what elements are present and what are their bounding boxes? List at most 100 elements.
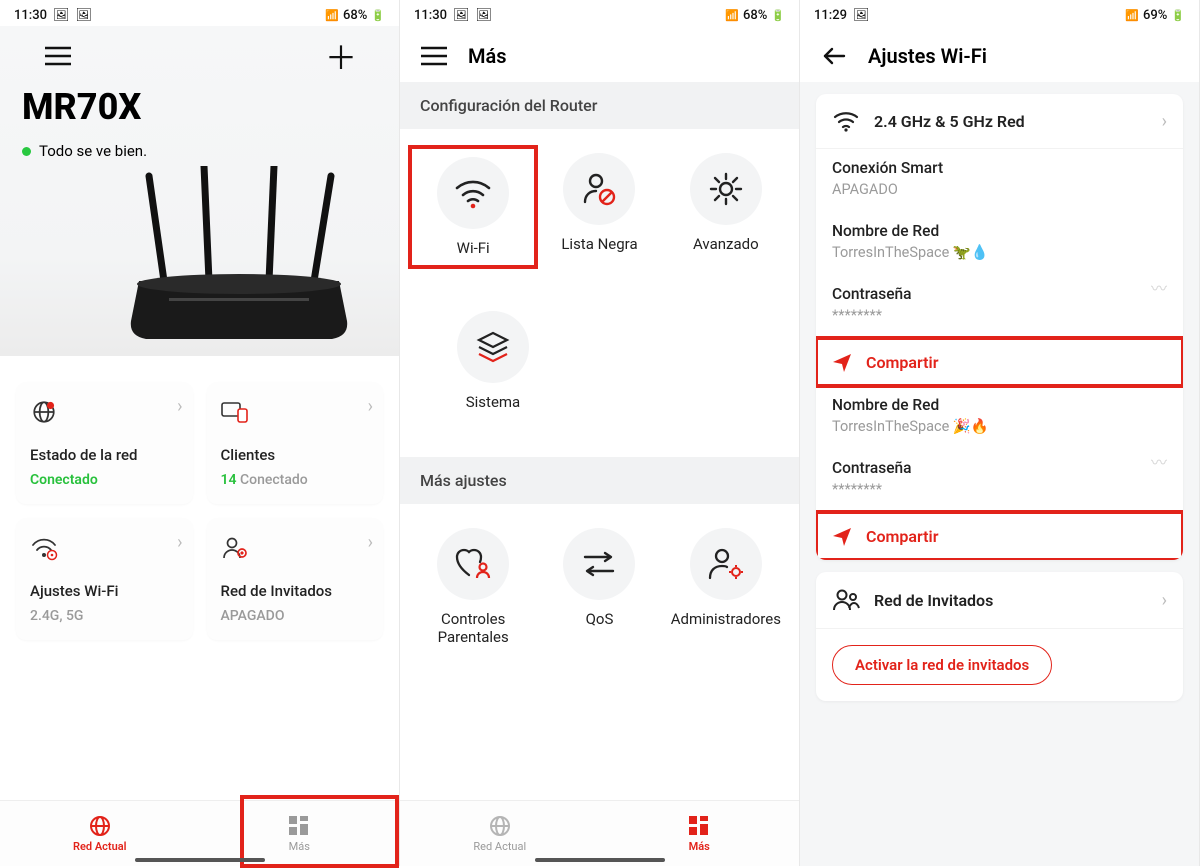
signal-icon: 📶 [1125,9,1139,22]
activate-guest-button[interactable]: Activar la red de invitados [832,645,1052,685]
tile-blocklist[interactable]: Lista Negra [536,147,662,267]
signal-icon: 📶 [325,9,339,22]
card-clients[interactable]: › Clientes 14 Conectado [207,382,384,504]
gear-icon [690,153,762,225]
field-smart-connect[interactable]: Conexión Smart APAGADO [816,149,1183,212]
status-battery: 68% [743,8,767,23]
share-button-2[interactable]: Compartir [816,512,1183,560]
battery-icon: 🔋 [371,9,385,22]
gesture-bar [535,858,665,862]
tile-wifi[interactable]: Wi-Fi [410,147,536,267]
guest-user-icon [221,534,249,562]
page-title: Ajustes Wi-Fi [868,44,987,68]
eye-closed-icon[interactable]: 〰 [1151,275,1167,299]
globe-icon [30,398,58,426]
status-time: 11:30 [414,8,447,23]
share-label: Compartir [866,353,938,372]
status-bar: 11:30 🖼 🖼 📶 68% 🔋 [400,0,799,26]
field-label: Contraseña [832,285,1167,303]
nav-more[interactable]: Más [600,801,800,866]
menu-icon[interactable] [42,40,74,72]
share-button-1[interactable]: Compartir [816,338,1183,386]
field-password-1[interactable]: 〰 Contraseña ******** [816,275,1183,338]
nav-current-network[interactable]: Red Actual [400,801,600,866]
page-title: Más [468,44,507,68]
image-icon: 🖼 [76,8,93,23]
image-icon: 🖼 [453,8,470,23]
field-ssid-1[interactable]: Nombre de Red TorresInTheSpace 🦖💧 [816,212,1183,275]
row-label: 2.4 GHz & 5 GHz Red [874,112,1025,131]
tile-administrators[interactable]: Administradores [663,522,789,652]
tile-advanced[interactable]: Avanzado [663,147,789,267]
status-battery: 68% [343,8,367,23]
wifi-icon [437,157,509,229]
band-row[interactable]: 2.4 GHz & 5 GHz Red › [816,94,1183,149]
globe-icon [488,814,512,838]
screen-more: 11:30 🖼 🖼 📶 68% 🔋 Más Configuración del … [400,0,800,866]
button-label: Activar la red de invitados [855,656,1029,674]
layers-icon [457,311,529,383]
card-guest-network[interactable]: › Red de Invitados APAGADO [207,518,384,640]
field-label: Contraseña [832,459,1167,477]
tile-system[interactable]: Sistema [428,305,558,417]
section-router-config: Configuración del Router [400,82,799,129]
nav-label: Más [289,840,310,853]
tile-label: Sistema [466,393,520,411]
card-label: Estado de la red [30,446,179,464]
bottom-nav: Red Actual Más [0,800,399,866]
eye-closed-icon[interactable]: 〰 [1151,449,1167,473]
card-label: Ajustes Wi-Fi [30,582,179,600]
guest-row[interactable]: Red de Invitados › [816,572,1183,629]
back-button[interactable] [818,40,850,72]
nav-current-network[interactable]: Red Actual [0,801,200,866]
admin-icon [690,528,762,600]
send-icon [832,352,852,372]
field-value: TorresInTheSpace 🦖💧 [832,244,1167,261]
tile-parental-controls[interactable]: Controles Parentales [410,522,536,652]
menu-icon[interactable] [418,40,450,72]
field-password-2[interactable]: 〰 Contraseña ******** [816,449,1183,512]
tile-label: Lista Negra [561,235,637,253]
tile-label: Controles Parentales [414,610,532,646]
tile-label: Avanzado [693,235,759,253]
home-cards: › Estado de la red Conectado › Clientes … [0,356,399,640]
guest-users-icon [832,588,860,612]
nav-label: Red Actual [473,840,526,853]
gesture-bar [135,858,265,862]
card-label: Red de Invitados [221,582,370,600]
tile-qos[interactable]: QoS [536,522,662,652]
status-time: 11:29 [814,8,847,23]
nav-more[interactable]: Más [200,801,400,866]
chevron-right-icon: › [177,396,182,417]
field-ssid-2[interactable]: Nombre de Red TorresInTheSpace 🎉🔥 [816,386,1183,449]
card-network-status[interactable]: › Estado de la red Conectado [16,382,193,504]
battery-icon: 🔋 [771,9,785,22]
status-dot-icon [22,147,31,156]
image-icon: 🖼 [853,8,870,23]
router-illustration [109,166,369,356]
card-label: Clientes [221,446,370,464]
bottom-nav: Red Actual Más [400,800,799,866]
header: Ajustes Wi-Fi [800,26,1199,82]
signal-icon: 📶 [725,9,739,22]
field-label: Nombre de Red [832,222,1167,240]
devices-icon [221,398,249,426]
nav-label: Más [689,840,710,853]
wifi-settings-list: 2.4 GHz & 5 GHz Red › Conexión Smart APA… [800,82,1199,713]
screen-home: 11:30 🖼 🖼 📶 68% 🔋 ＋ MR70X Todo se ve bie… [0,0,400,866]
more-settings-tiles: Controles Parentales QoS Administradores [400,504,799,672]
card-wifi-settings[interactable]: › Ajustes Wi-Fi 2.4G, 5G [16,518,193,640]
card-value: Conectado [30,472,179,488]
globe-icon [88,814,112,838]
header: Más [400,26,799,82]
status-bar: 11:30 🖼 🖼 📶 68% 🔋 [0,0,399,26]
blocklist-icon [563,153,635,225]
status-battery: 69% [1143,8,1167,23]
system-row: Sistema [400,287,799,457]
card-value: APAGADO [221,608,370,624]
field-label: Nombre de Red [832,396,1167,414]
field-value: ******** [832,481,1167,498]
status-bar: 11:29 🖼 📶 69% 🔋 [800,0,1199,26]
grid-icon [687,814,711,838]
add-button[interactable]: ＋ [325,40,357,72]
